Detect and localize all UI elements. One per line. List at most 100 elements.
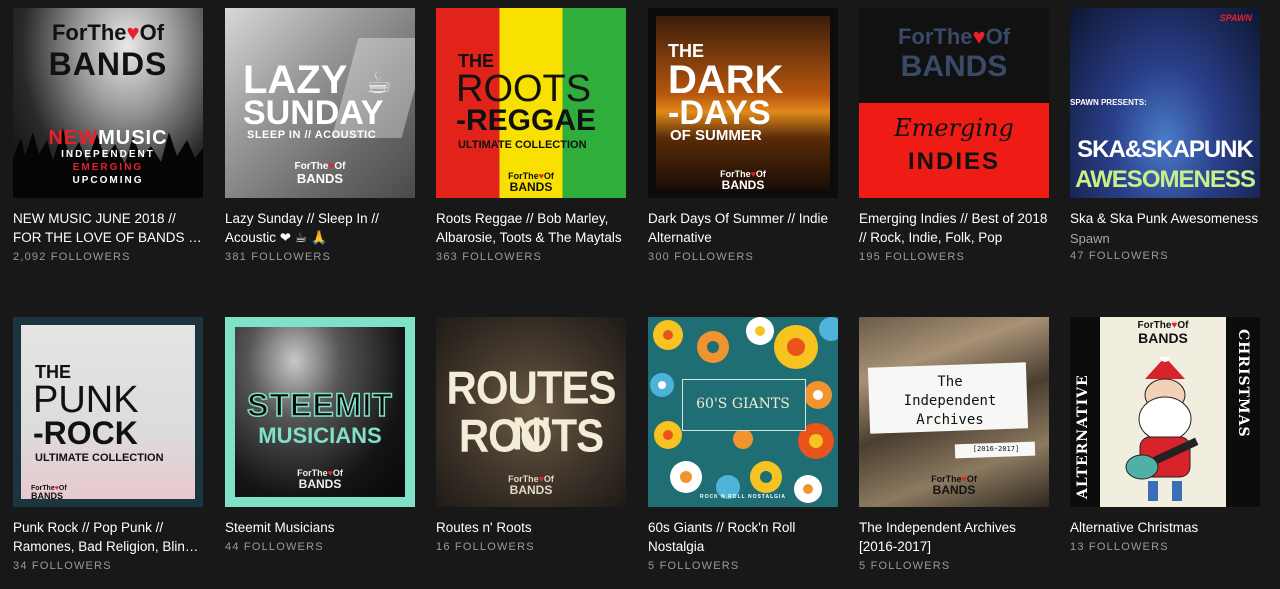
cover-line: Emerging: [894, 114, 1014, 142]
brand-text: Of: [985, 24, 1011, 49]
brand-text: ForThe: [51, 20, 127, 45]
cover-line: NEW: [48, 127, 99, 149]
brand-bands: BANDS: [932, 483, 976, 497]
cover-line: Archives: [916, 412, 984, 428]
brand-bands: BANDS: [296, 171, 344, 186]
playlist-card[interactable]: ForThe♥Of BANDS Emerging INDIES Emerging…: [859, 8, 1049, 263]
coffee-cup-icon: ☕: [365, 67, 392, 100]
follower-number: 47: [1070, 250, 1085, 262]
cover-line: PUNK: [33, 379, 139, 421]
follower-label: FOLLOWERS: [870, 560, 951, 572]
follower-number: 44: [225, 541, 240, 553]
follower-label: FOLLOWERS: [659, 560, 740, 572]
cover-line: Independent: [903, 393, 997, 409]
cover-line: CHRISTMAS: [1235, 329, 1251, 438]
heart-icon: ♥: [972, 24, 986, 49]
playlist-cover[interactable]: The Independent Archives [2016-2017] For…: [859, 317, 1049, 507]
follower-label: FOLLOWERS: [454, 541, 535, 553]
cover-line: [2016-2017]: [972, 445, 1020, 453]
playlist-owner[interactable]: Spawn: [1070, 230, 1260, 248]
brand-bands: BANDS: [31, 491, 64, 501]
playlist-cover[interactable]: ROUTES N' ROOTS ForThe♥Of BANDS: [436, 317, 626, 507]
follower-label: FOLLOWERS: [1088, 250, 1169, 262]
brand-bands: BANDS: [298, 477, 342, 491]
cover-line: INDIES: [907, 148, 1000, 175]
follower-label: FOLLOWERS: [885, 251, 966, 263]
cover-line: AWESOMENESS: [1075, 166, 1256, 193]
cover-line: -DAYS: [668, 94, 771, 132]
playlist-title[interactable]: Punk Rock // Pop Punk // Ramones, Bad Re…: [13, 518, 203, 556]
santa-guitar-icon: [1125, 357, 1199, 501]
spawn-logo: SPAWN: [1219, 13, 1252, 23]
playlist-title[interactable]: Ska & Ska Punk Awesomeness: [1070, 209, 1260, 228]
cover-line: ROOTS: [458, 409, 604, 462]
follower-count: 2,092 FOLLOWERS: [13, 251, 203, 263]
cover-line: ROCK N ROLL NOSTALGIA: [699, 494, 787, 500]
follower-count: 381 FOLLOWERS: [225, 251, 415, 263]
playlist-title[interactable]: Emerging Indies // Best of 2018 // Rock,…: [859, 209, 1049, 247]
follower-count: 5 FOLLOWERS: [859, 560, 1049, 572]
playlist-cover[interactable]: THE PUNK -ROCK ULTIMATE COLLECTION ForTh…: [13, 317, 203, 507]
playlist-title[interactable]: Alternative Christmas: [1070, 518, 1260, 537]
follower-number: 5: [648, 560, 656, 572]
cover-line: -REGGAE: [456, 104, 597, 137]
playlist-card[interactable]: LAZY SUNDAY SLEEP IN // ACOUSTIC ☕ ForTh…: [225, 8, 415, 263]
playlist-card[interactable]: THE PUNK -ROCK ULTIMATE COLLECTION ForTh…: [13, 317, 203, 572]
follower-count: 34 FOLLOWERS: [13, 560, 203, 572]
follower-number: 381: [225, 251, 247, 263]
playlist-card[interactable]: THE DARK -DAYS OF SUMMER ForThe♥Of BANDS…: [648, 8, 838, 263]
playlist-card[interactable]: SPAWN SPAWN PRESENTS: SKA&SKAPUNK AWESOM…: [1070, 8, 1260, 262]
playlist-card[interactable]: The Independent Archives [2016-2017] For…: [859, 317, 1049, 572]
playlist-card[interactable]: ALTERNATIVE CHRISTMAS ForThe♥Of BANDS Al…: [1070, 317, 1260, 553]
follower-number: 16: [436, 541, 451, 553]
cover-line: OF SUMMER: [670, 127, 762, 144]
playlist-cover[interactable]: ForThe♥Of BANDS Emerging INDIES: [859, 8, 1049, 198]
playlist-card[interactable]: STEEMIT MUSICIANS ForThe♥Of BANDS Steemi…: [225, 317, 415, 553]
playlist-cover[interactable]: ForThe♥Of BANDS NEWMUSIC INDEPENDENT EME…: [13, 8, 203, 198]
cover-line: STEEMIT: [246, 387, 393, 423]
playlist-title[interactable]: The Independent Archives [2016-2017]: [859, 518, 1049, 556]
brand-text: ForThe: [897, 24, 973, 49]
follower-number: 5: [859, 560, 867, 572]
follower-number: 34: [13, 560, 28, 572]
cover-line: SLEEP IN // ACOUSTIC: [247, 129, 377, 141]
playlist-cover[interactable]: THE ROOTS -REGGAE ULTIMATE COLLECTION Fo…: [436, 8, 626, 198]
follower-label: FOLLOWERS: [1088, 541, 1169, 553]
cover-line: -ROCK: [33, 415, 138, 451]
playlist-card[interactable]: ForThe♥Of BANDS NEWMUSIC INDEPENDENT EME…: [13, 8, 203, 263]
playlist-cover[interactable]: ALTERNATIVE CHRISTMAS ForThe♥Of BANDS: [1070, 317, 1260, 507]
playlist-cover[interactable]: 60'S GIANTS ROCK N ROLL NOSTALGIA: [648, 317, 838, 507]
playlist-title[interactable]: Roots Reggae // Bob Marley, Albarosie, T…: [436, 209, 626, 247]
playlist-cover[interactable]: THE DARK -DAYS OF SUMMER ForThe♥Of BANDS: [648, 8, 838, 198]
playlist-card[interactable]: ROUTES N' ROOTS ForThe♥Of BANDS Routes n…: [436, 317, 626, 553]
follower-label: FOLLOWERS: [674, 251, 755, 263]
cover-line: SUNDAY: [243, 94, 384, 132]
playlist-cover[interactable]: SPAWN SPAWN PRESENTS: SKA&SKAPUNK AWESOM…: [1070, 8, 1260, 198]
follower-count: 13 FOLLOWERS: [1070, 541, 1260, 553]
follower-count: 47 FOLLOWERS: [1070, 250, 1260, 262]
cover-line: ALTERNATIVE: [1075, 374, 1091, 499]
playlist-card[interactable]: 60'S GIANTS ROCK N ROLL NOSTALGIA 60s Gi…: [648, 317, 838, 572]
follower-number: 363: [436, 251, 458, 263]
cover-line: ULTIMATE COLLECTION: [35, 452, 164, 464]
playlist-title[interactable]: Dark Days Of Summer // Indie Alternative: [648, 209, 838, 247]
playlist-title[interactable]: Steemit Musicians: [225, 518, 415, 537]
cover-line: SPAWN PRESENTS:: [1070, 98, 1147, 107]
follower-label: FOLLOWERS: [243, 541, 324, 553]
cover-line: ULTIMATE COLLECTION: [458, 139, 587, 151]
brand-bands: BANDS: [509, 180, 553, 194]
cover-line: UPCOMING: [72, 175, 144, 186]
follower-count: 195 FOLLOWERS: [859, 251, 1049, 263]
playlist-cover[interactable]: STEEMIT MUSICIANS ForThe♥Of BANDS: [225, 317, 415, 507]
follower-number: 13: [1070, 541, 1085, 553]
cover-line: 60'S GIANTS: [696, 396, 790, 412]
follower-label: FOLLOWERS: [462, 251, 543, 263]
playlist-cover[interactable]: LAZY SUNDAY SLEEP IN // ACOUSTIC ☕ ForTh…: [225, 8, 415, 198]
playlist-title[interactable]: NEW MUSIC JUNE 2018 // FOR THE LOVE OF B…: [13, 209, 203, 247]
heart-icon: ♥: [126, 20, 140, 45]
playlist-title[interactable]: Lazy Sunday // Sleep In // Acoustic ❤ ☕ …: [225, 209, 415, 247]
playlist-title[interactable]: Routes n' Roots: [436, 518, 626, 537]
follower-number: 300: [648, 251, 670, 263]
playlist-card[interactable]: THE ROOTS -REGGAE ULTIMATE COLLECTION Fo…: [436, 8, 626, 263]
playlist-title[interactable]: 60s Giants // Rock'n Roll Nostalgia: [648, 518, 838, 556]
